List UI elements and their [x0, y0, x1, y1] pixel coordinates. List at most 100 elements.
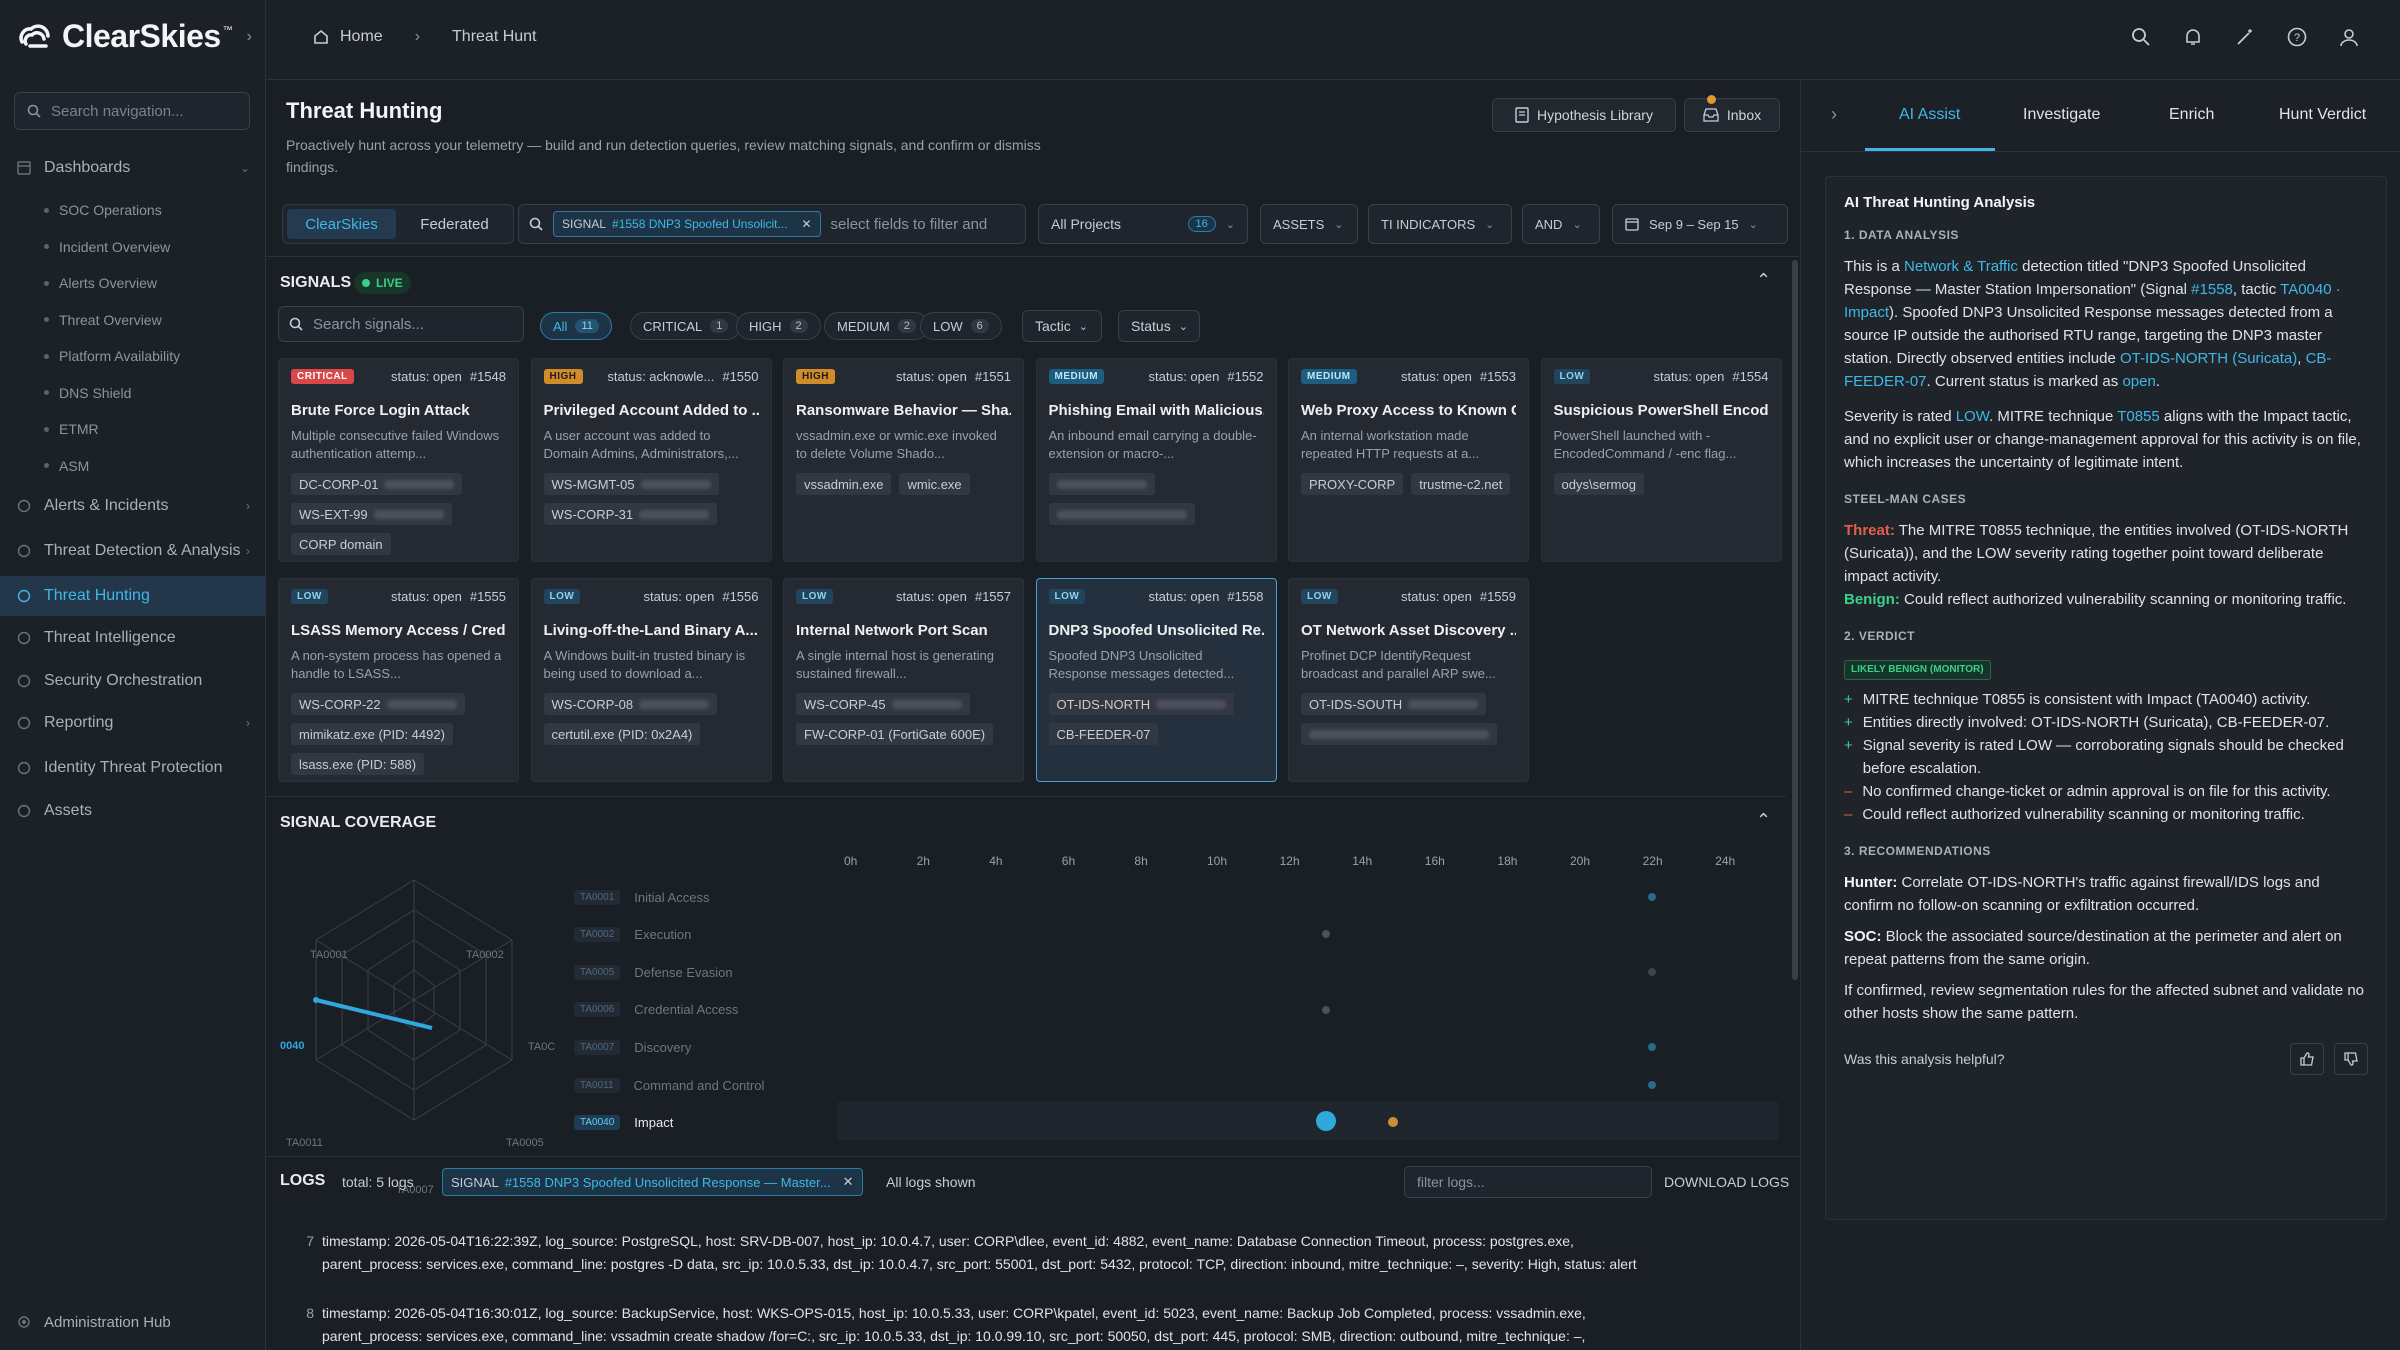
nav-assets[interactable]: Assets — [0, 791, 266, 831]
logs-filter-input[interactable]: filter logs... — [1404, 1166, 1652, 1198]
tactic-row[interactable]: TA0007 Discovery — [574, 1036, 691, 1058]
collapse-icon[interactable]: ⌃ — [1756, 270, 1771, 291]
close-icon[interactable]: ✕ — [843, 1174, 854, 1190]
collapse-icon[interactable]: ⌃ — [1756, 810, 1771, 831]
logs-signal-chip[interactable]: SIGNAL #1558 DNP3 Spoofed Unsolicited Res… — [442, 1168, 863, 1196]
date-range-picker[interactable]: Sep 9 – Sep 15 ⌄ — [1612, 204, 1788, 244]
scrollbar[interactable] — [1792, 260, 1798, 980]
signal-card[interactable]: CRITICAL status: open #1548 Brute Force Log… — [278, 358, 519, 562]
severity-pill-medium[interactable]: MEDIUM 2 — [824, 312, 929, 340]
tactic-row[interactable]: TA0006 Credential Access — [574, 999, 738, 1021]
thumbs-up-icon[interactable] — [2290, 1043, 2324, 1075]
search-icon[interactable] — [2130, 26, 2152, 48]
entity-tag[interactable]: WS-CORP-45 — [796, 693, 970, 715]
signal-filter-chip[interactable]: SIGNAL #1558 DNP3 Spoofed Unsolicit... ✕ — [553, 211, 821, 237]
signal-card[interactable]: MEDIUM status: open #1553 Web Proxy Access … — [1288, 358, 1529, 562]
coverage-point[interactable] — [1648, 968, 1656, 976]
signal-card[interactable]: HIGH status: acknowle... #1550 Privileged A… — [530, 358, 772, 562]
nav-dashboard-item[interactable]: SOC Operations — [44, 195, 162, 225]
nav-dashboard-item[interactable]: Threat Overview — [44, 305, 162, 335]
entity-tag[interactable]: CB-FEEDER-07 — [1048, 723, 1159, 745]
bell-icon[interactable] — [2182, 26, 2204, 48]
entity-tag[interactable]: WS-EXT-99 — [291, 503, 452, 525]
toggle-federated[interactable]: Federated — [400, 209, 509, 239]
tab-enrich[interactable]: Enrich — [2169, 106, 2214, 124]
coverage-point-selected[interactable] — [1316, 1111, 1336, 1131]
entity-tag[interactable]: mimikatz.exe (PID: 4492) — [291, 723, 453, 745]
entity-tag[interactable]: WS-MGMT-05 — [543, 473, 719, 495]
nav-reporting[interactable]: Reporting › — [0, 703, 266, 743]
nav-threat-hunting[interactable]: Threat Hunting — [0, 576, 266, 616]
chevron-right-icon[interactable]: › — [1831, 104, 1837, 125]
signal-card[interactable]: LOW status: open #1557 Internal Network Por… — [783, 578, 1024, 782]
signal-card[interactable]: LOW status: open #1558 DNP3 Spoofed Unsolic… — [1035, 578, 1277, 782]
entity-tag[interactable]: odys\sermog — [1553, 473, 1644, 495]
entity-tag-redacted[interactable] — [1048, 473, 1155, 495]
close-icon[interactable]: ✕ — [801, 217, 811, 231]
toggle-clearskies[interactable]: ClearSkies — [287, 209, 396, 239]
ti-indicators-dropdown[interactable]: TI INDICATORS ⌄ — [1368, 204, 1512, 244]
tactic-row[interactable]: TA0040 Impact — [574, 1112, 673, 1134]
tactic-row[interactable]: TA0001 Initial Access — [574, 886, 709, 908]
entity-tag[interactable]: CORP domain — [291, 533, 391, 555]
signal-card[interactable]: MEDIUM status: open #1552 Phishing Email wi… — [1035, 358, 1277, 562]
tactic-row[interactable]: TA0002 Execution — [574, 924, 691, 946]
coverage-point[interactable] — [1648, 1081, 1656, 1089]
link-network-traffic[interactable]: Network & Traffic — [1904, 258, 2018, 275]
entity-tag[interactable]: PROXY-CORP — [1301, 473, 1404, 495]
nav-dashboard-item[interactable]: ETMR — [44, 414, 99, 444]
nav-dashboard-item[interactable]: Incident Overview — [44, 232, 170, 262]
log-row[interactable]: 7 timestamp: 2026-05-04T16:22:39Z, log_so… — [286, 1230, 1766, 1276]
tactic-row[interactable]: TA0011 Command and Control — [574, 1074, 764, 1096]
entity-tag[interactable]: FW-CORP-01 (FortiGate 600E) — [796, 723, 994, 745]
thumbs-down-icon[interactable] — [2334, 1043, 2368, 1075]
severity-pill-all[interactable]: All 11 — [540, 312, 612, 340]
download-logs-button[interactable]: DOWNLOAD LOGS — [1664, 1174, 1789, 1190]
nav-administration-hub[interactable]: Administration Hub — [0, 1302, 266, 1342]
entity-tag[interactable]: WS-CORP-31 — [543, 503, 718, 525]
nav-threat-detection-analysis[interactable]: Threat Detection & Analysis › — [0, 531, 266, 571]
assets-dropdown[interactable]: ASSETS ⌄ — [1260, 204, 1358, 244]
projects-dropdown[interactable]: All Projects 16 ⌄ — [1038, 204, 1248, 244]
signal-card[interactable]: HIGH status: open #1551 Ransomware Behavior… — [783, 358, 1024, 562]
status-filter-dropdown[interactable]: Status ⌄ — [1118, 310, 1200, 342]
signal-card[interactable]: LOW status: open #1554 Suspicious PowerShel… — [1540, 358, 1782, 562]
entity-tag-redacted[interactable] — [1048, 503, 1195, 525]
entity-tag[interactable]: DC-CORP-01 — [291, 473, 463, 495]
entity-tag[interactable]: OT-IDS-SOUTH — [1301, 693, 1487, 715]
and-operator-dropdown[interactable]: AND ⌄ — [1522, 204, 1600, 244]
entity-tag[interactable]: OT-IDS-NORTH — [1048, 693, 1235, 715]
nav-dashboard-item[interactable]: Platform Availability — [44, 341, 180, 371]
link-signal-id[interactable]: #1558 — [2191, 281, 2233, 298]
signals-search-input[interactable]: Search signals... — [278, 306, 524, 342]
nav-security-orchestration[interactable]: Security Orchestration — [0, 661, 266, 701]
coverage-point[interactable] — [1648, 893, 1656, 901]
entity-tag[interactable]: wmic.exe — [899, 473, 970, 495]
nav-dashboards[interactable]: Dashboards ⌄ — [0, 148, 266, 188]
entity-tag-redacted[interactable] — [1301, 723, 1497, 745]
magic-wand-icon[interactable] — [2234, 26, 2256, 48]
tactic-filter-dropdown[interactable]: Tactic ⌄ — [1022, 310, 1102, 342]
signal-card[interactable]: LOW status: open #1556 Living-off-the-Land … — [530, 578, 772, 782]
coverage-point[interactable] — [1388, 1117, 1398, 1127]
nav-identity-threat-protection[interactable]: Identity Threat Protection — [0, 748, 266, 788]
link-technique[interactable]: T0855 — [2117, 408, 2160, 425]
link-status[interactable]: open — [2122, 373, 2155, 390]
breadcrumb-home[interactable]: Home — [340, 28, 383, 46]
signal-card[interactable]: LOW status: open #1559 OT Network Asset Dis… — [1288, 578, 1529, 782]
log-row[interactable]: 8 timestamp: 2026-05-04T16:30:01Z, log_so… — [286, 1302, 1766, 1348]
severity-pill-low[interactable]: LOW 6 — [920, 312, 1002, 340]
entity-tag[interactable]: certutil.exe (PID: 0x2A4) — [543, 723, 701, 745]
nav-dashboard-item[interactable]: ASM — [44, 451, 89, 481]
coverage-point[interactable] — [1322, 1006, 1330, 1014]
entity-tag[interactable]: WS-CORP-22 — [291, 693, 465, 715]
severity-pill-critical[interactable]: CRITICAL 1 — [630, 312, 742, 340]
tab-hunt-verdict[interactable]: Hunt Verdict — [2279, 106, 2366, 124]
tab-ai-assist[interactable]: AI Assist — [1899, 106, 1960, 124]
coverage-point[interactable] — [1322, 930, 1330, 938]
chevron-right-icon[interactable]: › — [247, 28, 252, 46]
nav-dashboard-item[interactable]: Alerts Overview — [44, 268, 157, 298]
link-entity[interactable]: OT-IDS-NORTH (Suricata) — [2120, 350, 2297, 367]
severity-pill-high[interactable]: HIGH 2 — [736, 312, 821, 340]
tab-investigate[interactable]: Investigate — [2023, 106, 2100, 124]
